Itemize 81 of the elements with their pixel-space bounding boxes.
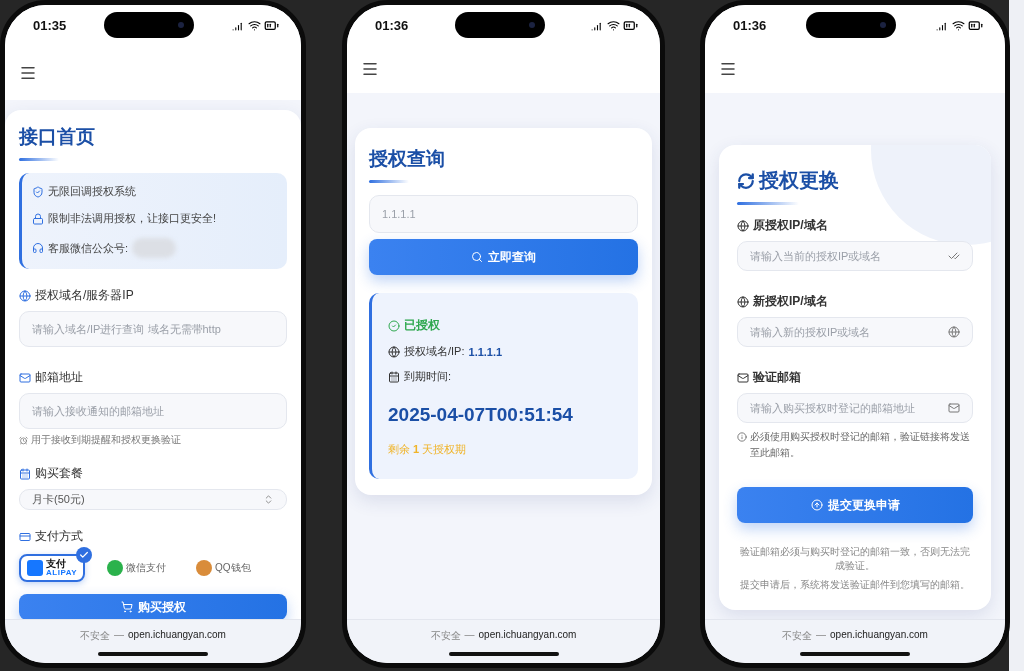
url-bar[interactable]: 不安全 — open.ichuangyan.com: [347, 619, 660, 663]
url-bar[interactable]: 不安全 — open.ichuangyan.com: [5, 619, 301, 663]
alipay-logo-icon: [27, 560, 43, 576]
info-icon: [737, 432, 747, 442]
field-hint: 用于接收到期提醒和授权更换验证: [31, 433, 181, 447]
field-label: 购买套餐: [35, 465, 83, 482]
globe-icon: [19, 289, 31, 302]
security-label: 不安全: [782, 629, 813, 643]
payment-option[interactable]: QQ钱包: [188, 555, 259, 581]
status-time: 01:36: [375, 17, 409, 33]
separator-dash: —: [114, 629, 125, 642]
status-text: 已授权: [404, 317, 440, 334]
domain-label: 授权域名/IP:: [404, 344, 465, 359]
globe-icon: [388, 345, 400, 358]
mail-icon: [737, 371, 749, 384]
card-icon: [19, 530, 31, 543]
check-icon: [76, 547, 92, 563]
wifi-icon: [607, 18, 620, 32]
calendar-icon: [388, 370, 400, 383]
globe-icon: [948, 326, 960, 338]
cart-icon: [120, 601, 133, 613]
field-label: 原授权IP/域名: [753, 217, 828, 234]
url-text: open.ichuangyan.com: [128, 629, 226, 642]
updown-icon: [263, 494, 274, 505]
input-field[interactable]: 请输入当前的授权IP或域名: [737, 241, 973, 271]
submit-button[interactable]: 提交更换申请: [737, 487, 973, 523]
notice-text: 限制非法调用授权，让接口更安全!: [48, 211, 217, 226]
domain-value: 1.1.1.1: [468, 345, 503, 358]
buy-button[interactable]: 购买授权: [19, 594, 287, 619]
mail-icon: [948, 402, 960, 414]
refresh-icon: [737, 171, 755, 190]
input-field[interactable]: 请输入新的授权IP或域名: [737, 317, 973, 347]
menu-icon[interactable]: [719, 60, 737, 78]
search-field[interactable]: 1.1.1.1: [369, 195, 638, 233]
mail-icon: [19, 371, 31, 384]
chat-bubble-icon: [107, 560, 123, 576]
expiry-date: 2025-04-07T00:51:54: [388, 404, 574, 426]
page-title: 授权查询: [369, 147, 446, 171]
status-time: 01:36: [733, 17, 767, 33]
input-field[interactable]: 请输入购买授权时登记的邮箱地址: [737, 393, 973, 423]
url-bar[interactable]: 不安全 — open.ichuangyan.com: [705, 619, 1005, 663]
footer-note: 提交申请后，系统将发送验证邮件到您填写的邮箱。: [740, 577, 970, 592]
input-field[interactable]: 请输入接收通知的邮箱地址: [19, 393, 287, 429]
url-text: open.ichuangyan.com: [478, 629, 577, 642]
separator-dash: —: [464, 629, 475, 642]
penguin-icon: [196, 560, 212, 576]
wifi-icon: [248, 18, 261, 32]
remaining-text: 剩余 1 天授权期: [388, 442, 468, 457]
field-note: 必须使用购买授权时登记的邮箱，验证链接将发送至此邮箱。: [750, 430, 971, 460]
alarm-icon: [19, 435, 28, 445]
field-label: 授权域名/服务器IP: [35, 287, 134, 304]
footer-note: 验证邮箱必须与购买时登记的邮箱一致，否则无法完成验证。: [739, 545, 971, 574]
url-text: open.ichuangyan.com: [830, 629, 928, 642]
payment-option[interactable]: 微信支付: [99, 555, 174, 581]
field-label: 支付方式: [35, 528, 83, 545]
double-check-icon: [948, 250, 960, 262]
input-field[interactable]: 请输入域名/IP进行查询 域名无需带http: [19, 311, 287, 347]
separator-dash: —: [816, 629, 827, 642]
query-button[interactable]: 立即查询: [369, 239, 638, 275]
shield-icon: [32, 185, 44, 198]
globe-icon: [737, 219, 749, 232]
field-label: 新授权IP/域名: [753, 293, 828, 310]
notice-text: 客服微信公众号:: [48, 240, 129, 256]
field-label: 验证邮箱: [753, 369, 801, 386]
package-select[interactable]: 月卡(50元): [19, 489, 287, 510]
search-icon: [471, 251, 483, 263]
globe-icon: [737, 295, 749, 308]
wifi-icon: [952, 18, 965, 32]
security-label: 不安全: [430, 629, 461, 643]
page-title: 授权更换: [737, 167, 973, 194]
status-time: 01:35: [33, 17, 67, 33]
page-title: 接口首页: [19, 125, 96, 149]
expiry-label: 到期时间:: [404, 369, 452, 384]
calendar-icon: [19, 467, 31, 480]
menu-icon[interactable]: [361, 60, 379, 78]
headset-icon: [32, 242, 44, 254]
lock-icon: [32, 212, 44, 225]
field-label: 邮箱地址: [35, 369, 83, 386]
security-label: 不安全: [80, 629, 111, 643]
submit-icon: [810, 499, 823, 511]
notice-text: 无限回调授权系统: [48, 184, 136, 199]
